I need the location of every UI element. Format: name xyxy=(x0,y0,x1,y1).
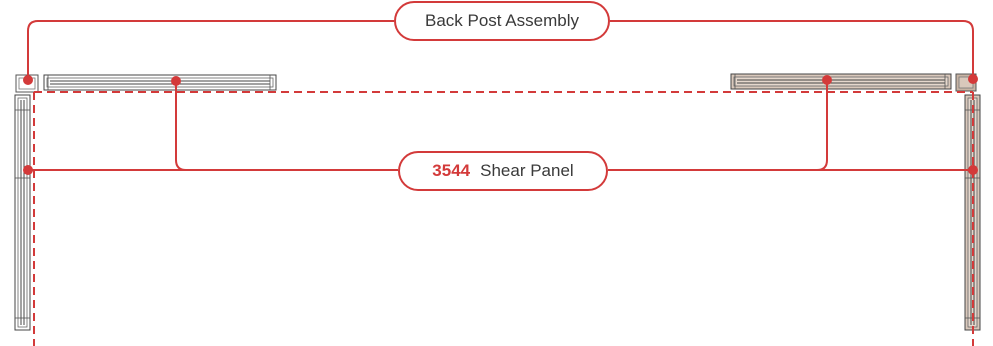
back-post-assembly-callout: Back Post Assembly xyxy=(394,1,610,41)
shear-panel-callout: 3544 Shear Panel xyxy=(398,151,608,191)
shear-panel-label: Shear Panel xyxy=(480,161,574,180)
left-side-panel xyxy=(14,94,31,331)
assembly-outline xyxy=(33,91,974,346)
dot-back-left-post xyxy=(23,75,33,85)
dot-left-top-panel xyxy=(171,76,181,86)
shear-panel-part-number: 3544 xyxy=(432,161,471,180)
dot-left-side-panel xyxy=(23,165,33,175)
dot-back-right-post xyxy=(968,74,978,84)
back-post-assembly-label: Back Post Assembly xyxy=(424,11,579,30)
dot-right-top-panel xyxy=(822,75,832,85)
dot-right-side-panel xyxy=(968,165,978,175)
left-top-panel xyxy=(43,74,277,91)
right-top-panel xyxy=(730,73,952,90)
